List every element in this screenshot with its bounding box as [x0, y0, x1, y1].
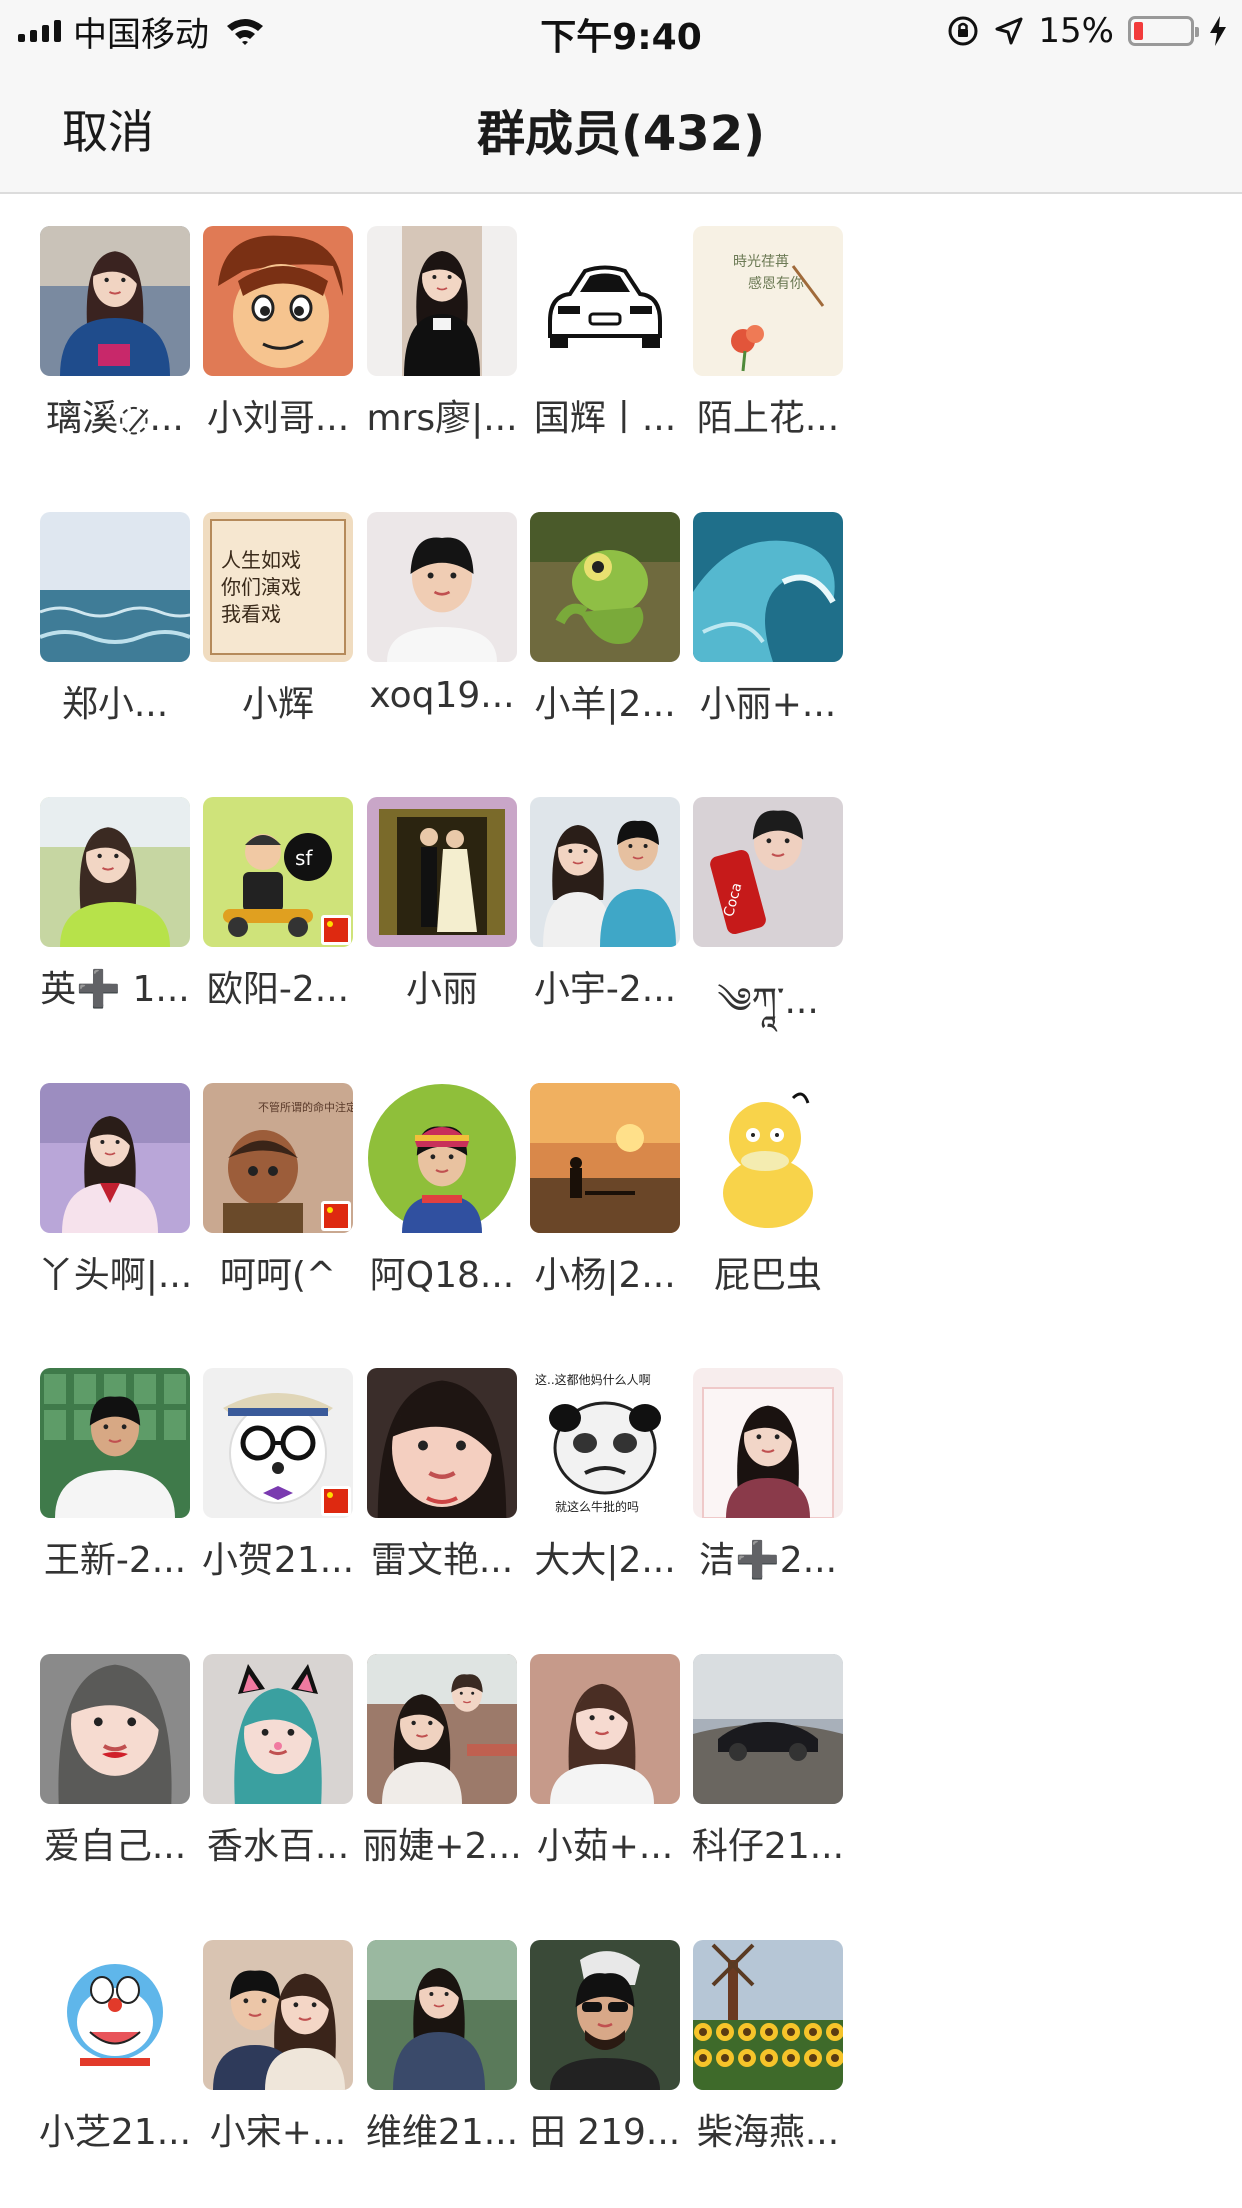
member-avatar[interactable] — [693, 1939, 843, 2090]
svg-text:你们演戏: 你们演戏 — [221, 575, 301, 599]
status-bar: 中国移动 下午9:40 15% — [0, 0, 1242, 62]
svg-text:就这么牛批的吗: 就这么牛批的吗 — [555, 1499, 639, 1514]
svg-text:人生如戏: 人生如戏 — [221, 548, 301, 572]
status-right: 15% — [946, 10, 1228, 52]
member-item[interactable]: 屁巴虫 — [653, 1051, 883, 1301]
cartoon-duck-avatar-image — [693, 1082, 843, 1233]
member-item[interactable]: 時光荏苒感恩有你陌上花... — [653, 194, 883, 444]
svg-text:这..这都他妈什么人啊: 这..这都他妈什么人啊 — [535, 1372, 651, 1387]
member-avatar[interactable] — [693, 1368, 843, 1519]
member-item[interactable]: 洁➕2... — [653, 1336, 883, 1586]
svg-text:我看戏: 我看戏 — [221, 602, 281, 626]
member-name: ༄ཀཱ་... — [717, 981, 819, 1023]
member-avatar[interactable] — [693, 511, 843, 662]
battery-percent: 15% — [1038, 11, 1114, 51]
member-name: 科仔21... — [691, 1826, 845, 1867]
member-avatar[interactable]: 時光荏苒感恩有你 — [693, 226, 843, 376]
member-item[interactable]: Coca ༄ཀཱ་... — [653, 765, 883, 1022]
member-name: 陌上花... — [696, 398, 840, 439]
battery-icon — [1128, 16, 1199, 46]
member-name: 小丽+... — [699, 683, 837, 725]
page-title: 群成员(432) — [476, 106, 766, 162]
member-avatar[interactable]: Coca — [693, 797, 843, 948]
member-item[interactable]: 柴海燕... — [653, 1908, 883, 2158]
svg-text:感恩有你: 感恩有你 — [748, 275, 804, 292]
member-item[interactable]: 科仔21... — [653, 1622, 883, 1872]
member-name: 柴海燕... — [696, 2111, 840, 2153]
charging-bolt-icon — [1210, 16, 1226, 46]
flower-note-avatar-image: 時光荏苒感恩有你 — [693, 226, 843, 376]
member-name: 洁➕2... — [698, 1540, 838, 1582]
photo-boy-cola-avatar-image: Coca — [693, 797, 843, 948]
svg-text:sf: sf — [295, 846, 313, 870]
member-avatar[interactable] — [693, 1082, 843, 1233]
svg-text:時光荏苒: 時光荏苒 — [733, 254, 789, 270]
member-avatar[interactable] — [693, 1654, 843, 1804]
navigation-bar: 取消 群成员(432) — [0, 62, 1242, 194]
wave-avatar-image — [693, 511, 843, 662]
member-grid[interactable]: 璃溪◌̷... 小刘哥... mrs廖|... 国辉丨... 時光荏苒 感恩有你 陌上花..… — [0, 194, 1242, 2208]
sunflowers-windmill-avatar-image — [693, 1939, 843, 2090]
battery-level — [1134, 22, 1143, 40]
photo-girl-frame-avatar-image — [693, 1368, 843, 1519]
location-arrow-icon — [995, 17, 1023, 45]
member-item[interactable]: 小丽+... — [653, 480, 883, 730]
cancel-button[interactable]: 取消 — [62, 96, 154, 162]
member-name: 屁巴虫 — [713, 1254, 822, 1296]
sports-car-avatar-image — [693, 1654, 843, 1804]
orientation-lock-icon — [948, 16, 978, 46]
